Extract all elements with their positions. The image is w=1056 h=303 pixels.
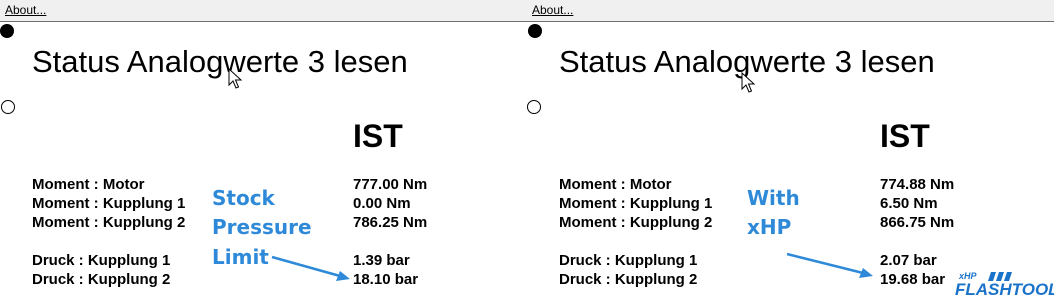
left-screenshot-panel: About... Status Analogwerte 3 lesen IST … (0, 0, 527, 303)
annotation-arrow-icon (271, 255, 350, 281)
annotation-arrow-icon (786, 252, 873, 278)
right-screenshot-panel: About... Status Analogwerte 3 lesen IST … (527, 0, 1054, 303)
flashtool-logo: xHP FLASHTOOL (955, 271, 1054, 300)
logo-brand-text: FLASHTOOL (955, 280, 1054, 299)
